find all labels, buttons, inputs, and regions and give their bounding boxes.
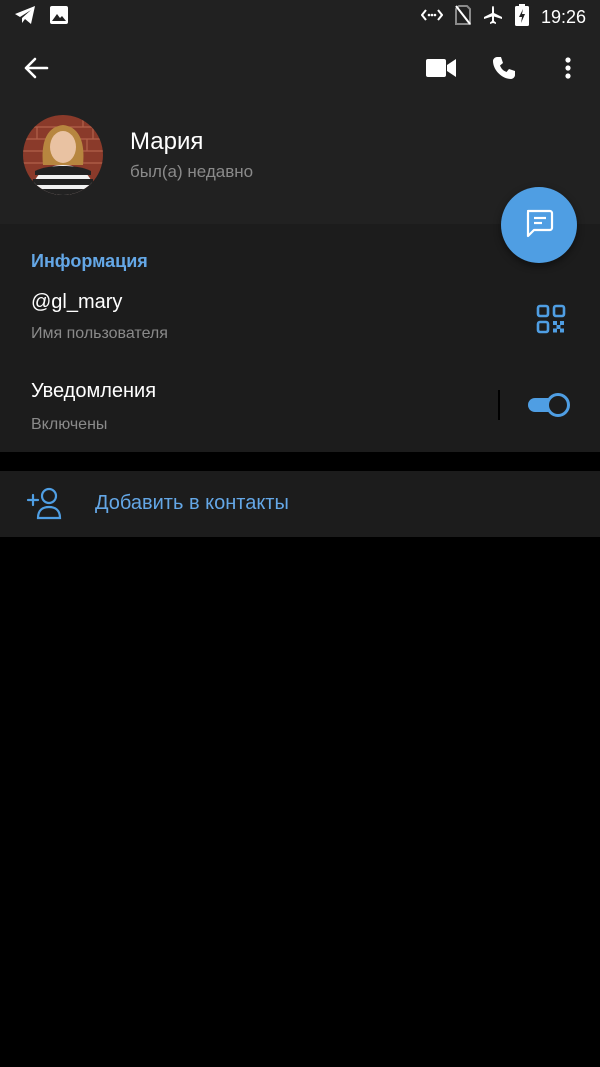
profile-screen: 19:26 Мария был(а) недавно Информация @g… [0, 0, 600, 1067]
add-contact-label: Добавить в контакты [95, 492, 289, 514]
video-call-button[interactable] [420, 52, 462, 88]
message-icon [524, 208, 554, 243]
notifications-label[interactable]: Уведомления [31, 380, 156, 403]
add-user-icon [26, 486, 62, 520]
divider [498, 390, 500, 420]
profile-name: Мария [130, 128, 204, 155]
qr-code-button[interactable] [536, 304, 568, 336]
last-seen-status: был(а) недавно [130, 162, 254, 181]
more-button[interactable] [554, 52, 582, 88]
qr-code-icon [536, 304, 566, 338]
video-call-icon [426, 58, 456, 83]
toggle-thumb [546, 393, 570, 417]
send-message-button[interactable] [501, 187, 577, 263]
avatar[interactable] [23, 115, 103, 195]
image-icon [50, 5, 68, 29]
section-title: Информация [31, 251, 148, 271]
airplane-icon [483, 5, 503, 30]
status-time: 19:26 [540, 6, 586, 27]
add-contact-row[interactable]: Добавить в контакты [0, 471, 600, 537]
more-vertical-icon [565, 56, 571, 84]
notifications-toggle[interactable] [526, 392, 572, 418]
call-button[interactable] [486, 52, 522, 88]
username-value[interactable]: @gl_mary [31, 291, 122, 314]
data-saver-icon [420, 7, 444, 28]
notifications-status: Включены [31, 416, 108, 433]
battery-charging-icon [514, 3, 529, 31]
back-button[interactable] [16, 52, 56, 88]
info-section: Информация @gl_mary Имя пользователя Уве… [0, 224, 600, 452]
phone-icon [491, 55, 517, 86]
arrow-left-icon [23, 57, 49, 84]
username-label: Имя пользователя [31, 325, 168, 342]
no-sim-icon [454, 4, 471, 30]
telegram-icon [14, 5, 36, 30]
profile-header: Мария был(а) недавно [0, 34, 600, 224]
status-bar: 19:26 [0, 0, 600, 34]
